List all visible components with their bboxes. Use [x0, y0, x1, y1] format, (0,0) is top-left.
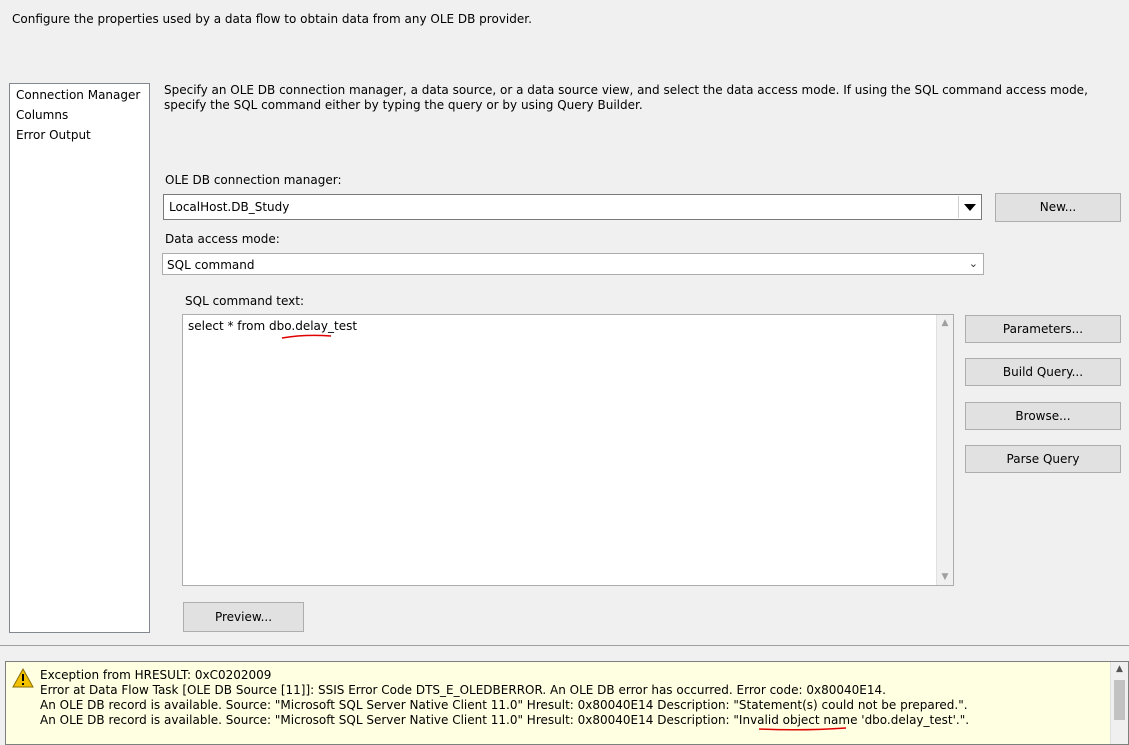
chevron-down-icon: ⌄	[968, 257, 978, 270]
parse-query-button[interactable]: Parse Query	[965, 445, 1121, 473]
browse-button[interactable]: Browse...	[965, 402, 1121, 430]
sql-scrollbar[interactable]: ▲ ▼	[936, 315, 953, 585]
error-line: Error at Data Flow Task [OLE DB Source […	[40, 683, 886, 697]
scroll-down-icon[interactable]: ▼	[937, 569, 953, 585]
red-underline-annotation	[758, 727, 847, 731]
nav-item-connection-manager[interactable]: Connection Manager	[16, 88, 140, 102]
error-message-lines: Exception from HRESULT: 0xC0202009 Error…	[40, 668, 969, 728]
sql-text-table: delay_test	[295, 319, 358, 333]
connection-manager-value: LocalHost.DB_Study	[169, 200, 290, 214]
error-line: Exception from HRESULT: 0xC0202009	[40, 668, 272, 682]
dropdown-arrow-icon	[964, 204, 976, 211]
error-panel: Exception from HRESULT: 0xC0202009 Error…	[5, 661, 1129, 745]
build-query-button[interactable]: Build Query...	[965, 358, 1121, 386]
nav-panel: Connection Manager Columns Error Output	[9, 83, 150, 633]
data-access-mode-value: SQL command	[167, 258, 255, 272]
scrollbar-thumb[interactable]	[1114, 680, 1125, 720]
parameters-button[interactable]: Parameters...	[965, 315, 1121, 343]
data-access-mode-select[interactable]: SQL command ⌄	[162, 253, 984, 275]
page-header: Configure the properties used by a data …	[12, 12, 532, 26]
description-text: Specify an OLE DB connection manager, a …	[164, 83, 1088, 112]
sql-command-textarea[interactable]: select * from dbo.delay_test ▲ ▼	[182, 314, 954, 586]
error-line: An OLE DB record is available. Source: "…	[40, 698, 968, 712]
connection-manager-label: OLE DB connection manager:	[165, 173, 342, 187]
connection-manager-combo[interactable]: LocalHost.DB_Study	[163, 194, 982, 220]
warning-icon	[12, 668, 34, 688]
sql-command-label: SQL command text:	[185, 294, 304, 308]
nav-item-error-output[interactable]: Error Output	[16, 128, 91, 142]
error-scrollbar[interactable]: ▲	[1110, 662, 1128, 744]
sql-text-prefix: select * from dbo.	[188, 319, 296, 333]
connection-dropdown-button[interactable]	[958, 196, 980, 218]
scroll-up-icon[interactable]: ▲	[1111, 664, 1128, 674]
new-connection-button[interactable]: New...	[995, 193, 1121, 222]
preview-button[interactable]: Preview...	[183, 602, 304, 632]
nav-item-columns[interactable]: Columns	[16, 108, 68, 122]
sql-command-text: select * from dbo.delay_test	[188, 319, 357, 333]
data-access-mode-label: Data access mode:	[165, 232, 280, 246]
scroll-up-icon[interactable]: ▲	[937, 315, 953, 331]
divider	[0, 645, 1129, 646]
red-underline-annotation	[281, 334, 332, 339]
